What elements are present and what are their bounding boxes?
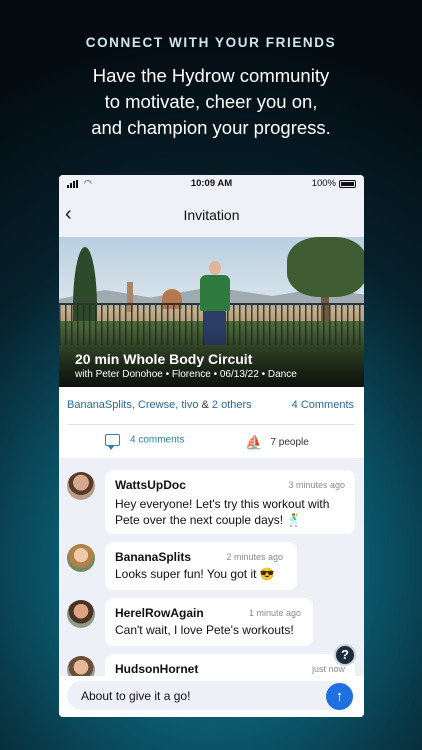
avatar[interactable] (67, 544, 95, 572)
comment-composer: ↑ (59, 676, 364, 717)
hero-tree (287, 237, 364, 297)
send-button[interactable]: ↑ (326, 683, 353, 710)
workout-date: 06/13/22 (219, 369, 259, 380)
workout-location: Florence (171, 369, 211, 380)
comment-bubble: HudsonHornet just now (105, 654, 355, 676)
page-title: Invitation (183, 207, 240, 223)
avatar[interactable] (67, 472, 95, 500)
comment-author[interactable]: HudsonHornet (115, 662, 345, 676)
hero-person-head (209, 261, 221, 275)
separator: • (258, 369, 268, 380)
comment-text: Can't wait, I love Pete's workouts! (115, 623, 294, 637)
comment-feed[interactable]: WattsUpDoc 3 minutes ago Hey everyone! L… (59, 458, 364, 676)
battery-icon (339, 180, 356, 188)
workout-category: Dance (267, 369, 297, 380)
nav-bar: ‹ Invitation (59, 193, 364, 237)
participants-link[interactable]: BananaSplits, Crewse, tivo & 2 others (67, 399, 252, 411)
comment-time: just now (311, 664, 345, 674)
promo-eyebrow: CONNECT WITH YOUR FRIENDS (85, 35, 337, 50)
people-stat-button[interactable]: ⛵ 7 people (245, 434, 309, 451)
divider (67, 424, 355, 425)
speech-bubble-icon (105, 434, 120, 450)
battery-percent: 100% (311, 178, 336, 189)
workout-instructor: Peter Donohoe (95, 369, 163, 380)
phone-screen: ◠ 10:09 AM 100% ‹ Invitation 20 min Whol… (59, 175, 364, 717)
workout-subtitle: with Peter Donohoe • Florence • 06/13/22… (75, 369, 297, 380)
avatar[interactable] (67, 600, 95, 628)
promo-headline-line: to motivate, cheer you on, (104, 91, 318, 112)
participant-names: BananaSplits, Crewse, tivo (67, 399, 199, 411)
comment-time: 3 minutes ago (288, 480, 345, 490)
comments-stat-label: 4 comments (130, 434, 185, 446)
comment-bubble: BananaSplits 2 minutes ago Looks super f… (105, 542, 297, 590)
promo-headline: Have the Hydrow community to motivate, c… (0, 63, 422, 141)
help-icon[interactable]: ? (334, 644, 356, 666)
workout-title: 20 min Whole Body Circuit (75, 351, 253, 367)
comments-link[interactable]: 4 Comments (292, 399, 354, 411)
rower-icon: ⛵ (245, 434, 263, 450)
comment-text: Hey everyone! Let's try this workout wit… (115, 497, 330, 527)
participants-others: 2 others (211, 399, 252, 411)
comment-bubble: WattsUpDoc 3 minutes ago Hey everyone! L… (105, 470, 355, 534)
avatar[interactable] (67, 656, 95, 676)
promo-headline-line: Have the Hydrow community (92, 65, 330, 86)
hero-person-body (200, 275, 230, 311)
separator: • (162, 369, 172, 380)
comments-stat-button[interactable]: 4 comments (105, 434, 185, 450)
subtitle-prefix: with (75, 369, 96, 380)
comment-time: 1 minute ago (248, 608, 301, 618)
comment-time: 2 minutes ago (226, 552, 283, 562)
comment-bubble: HerelRowAgain 1 minute ago Can't wait, I… (105, 598, 313, 646)
workout-hero-image[interactable]: 20 min Whole Body Circuit with Peter Don… (59, 237, 364, 387)
participants-and: & (198, 399, 212, 411)
comment-text: Looks super fun! You got it 😎 (115, 567, 275, 581)
status-bar: ◠ 10:09 AM 100% (59, 175, 364, 193)
promo-headline-line: and champion your progress. (91, 117, 331, 138)
separator: • (210, 369, 220, 380)
arrow-up-icon: ↑ (335, 688, 344, 705)
comment-input[interactable] (67, 681, 354, 710)
people-stat-label: 7 people (270, 437, 309, 449)
